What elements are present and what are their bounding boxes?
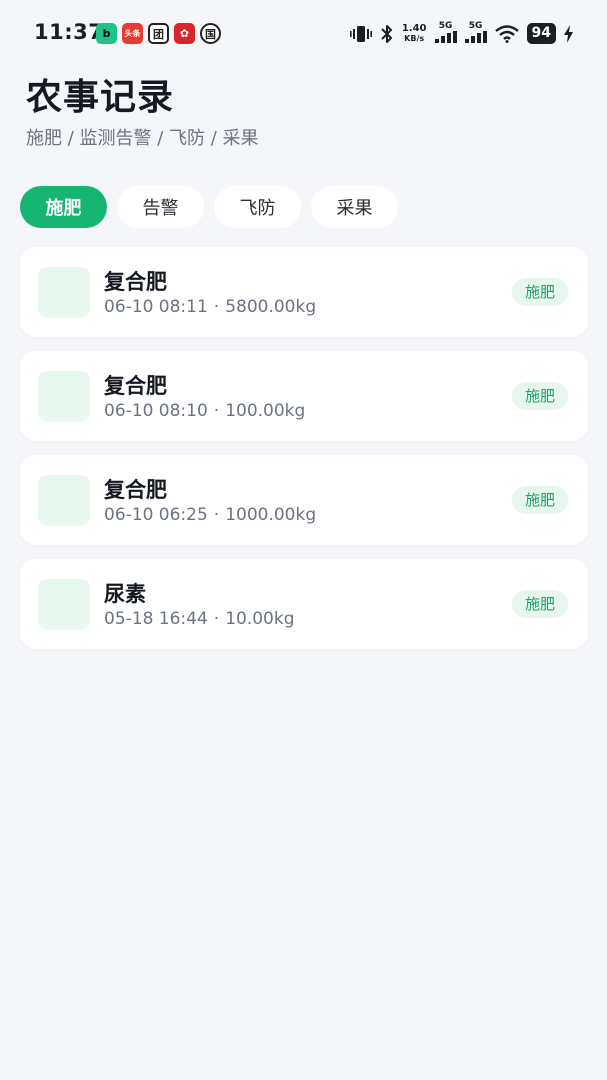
signal-bars-icon [464,31,487,43]
meta-separator: · [213,297,220,317]
record-name: 尿素 [104,582,146,606]
page-subtitle: 施肥 / 监测告警 / 飞防 / 采果 [26,128,259,149]
vibrate-icon [349,25,372,42]
record-thumbnail [38,371,90,422]
record-thumbnail [38,579,90,630]
meta-separator: · [213,505,220,525]
record-meta: 05-18 16:44 · 10.00kg [104,609,295,629]
filter-tab-drone-spray[interactable]: 飞防 [214,186,301,228]
record-time: 05-18 16:44 [104,609,208,629]
app-toutiao-icon: 头条 [122,23,143,44]
bluetooth-icon [381,24,392,43]
farm-records-screen: 11:37 b 头条 团 ✿ 国 1.40 KB/s 5G 5G 94 农事记录… [0,0,607,1080]
app-b-icon: b [96,23,117,44]
signal-5g-1: 5G [434,21,457,46]
notification-app-icons: b 头条 团 ✿ 国 [96,23,221,44]
record-card[interactable]: 复合肥 06-10 08:11 · 5800.00kg 施肥 [20,247,588,337]
record-list: 复合肥 06-10 08:11 · 5800.00kg 施肥 复合肥 06-10 0… [20,247,588,663]
filter-tab-harvest[interactable]: 采果 [311,186,398,228]
filter-tab-alert[interactable]: 告警 [117,186,204,228]
record-amount: 10.00kg [225,609,295,629]
record-name: 复合肥 [104,270,167,294]
filter-tab-fertilize[interactable]: 施肥 [20,186,107,228]
system-icons: 1.40 KB/s 5G 5G 94 [349,21,573,46]
record-type-tag: 施肥 [511,590,568,618]
record-meta: 06-10 06:25 · 1000.00kg [104,505,316,525]
signal-5g-2: 5G [464,21,487,46]
status-time: 11:37 [34,20,104,44]
record-meta: 06-10 08:10 · 100.00kg [104,401,305,421]
record-thumbnail [38,267,90,318]
record-type-tag: 施肥 [511,278,568,306]
app-flower-icon: ✿ [174,23,195,44]
record-amount: 100.00kg [225,401,306,421]
signal-bars-icon [434,31,457,43]
meta-separator: · [213,401,220,421]
status-bar: 11:37 b 头条 团 ✿ 国 1.40 KB/s 5G 5G 94 [0,0,607,68]
record-amount: 5800.00kg [225,297,317,317]
filter-tabs: 施肥 告警 飞防 采果 [20,186,398,228]
record-type-tag: 施肥 [511,382,568,410]
record-card[interactable]: 复合肥 06-10 08:10 · 100.00kg 施肥 [20,351,588,441]
record-type-tag: 施肥 [511,486,568,514]
meta-separator: · [213,609,220,629]
record-thumbnail [38,475,90,526]
app-guo-icon: 国 [200,23,221,44]
record-name: 复合肥 [104,374,167,398]
page-title: 农事记录 [26,77,175,118]
record-amount: 1000.00kg [225,505,317,525]
record-time: 06-10 06:25 [104,505,208,525]
record-card[interactable]: 尿素 05-18 16:44 · 10.00kg 施肥 [20,559,588,649]
record-time: 06-10 08:11 [104,297,208,317]
network-speed: 1.40 KB/s [401,22,427,43]
charging-icon [564,24,573,43]
record-card[interactable]: 复合肥 06-10 06:25 · 1000.00kg 施肥 [20,455,588,545]
app-tuan-icon: 团 [148,23,169,44]
battery-level: 94 [526,23,556,44]
wifi-icon [494,24,519,43]
record-time: 06-10 08:10 [104,401,208,421]
record-meta: 06-10 08:11 · 5800.00kg [104,297,316,317]
record-name: 复合肥 [104,478,167,502]
